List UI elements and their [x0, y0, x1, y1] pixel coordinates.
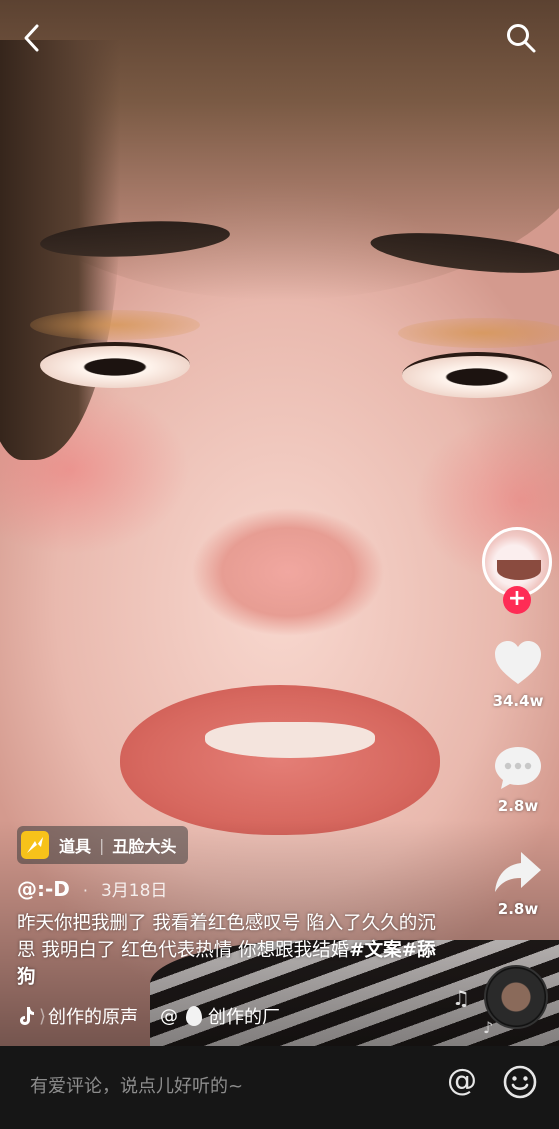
- video-eye-right: [402, 352, 552, 398]
- like-count: 34.4w: [492, 692, 544, 710]
- avatar-image: [497, 560, 541, 580]
- search-button[interactable]: [501, 18, 541, 58]
- original-sound-label: 创作的原声: [48, 1007, 139, 1028]
- back-button[interactable]: [12, 18, 52, 58]
- author-name[interactable]: @:-D: [17, 877, 70, 901]
- follow-button[interactable]: +: [503, 586, 531, 614]
- video-teeth: [205, 722, 375, 758]
- separator-dot: ·: [82, 881, 88, 900]
- prop-effect-icon: [21, 831, 49, 859]
- share-arrow-icon: [495, 852, 541, 892]
- prop-divider: |: [99, 835, 105, 855]
- mention-button[interactable]: @: [444, 1064, 480, 1100]
- music-credit-text: 创作的厂: [208, 1007, 281, 1028]
- back-arrow-icon: [24, 24, 39, 52]
- video-eyeshadow-right: [398, 318, 559, 348]
- prop-tag[interactable]: 道具 | 丑脸大头: [17, 826, 189, 864]
- music-fade-icon: ⟩: [39, 1005, 47, 1027]
- video-nose: [170, 470, 406, 640]
- video-eye-left: [40, 342, 190, 388]
- prop-name: 丑脸大头: [112, 837, 177, 856]
- share-count: 2.8w: [497, 900, 539, 918]
- author-line: @:-D · 3月18日: [17, 876, 167, 901]
- comment-button[interactable]: 2.8w: [486, 745, 550, 815]
- music-credit-prefix: @: [160, 1005, 179, 1027]
- post-date: 3月18日: [100, 881, 168, 901]
- comment-input[interactable]: 有爱评论，说点儿好听的~: [30, 1072, 243, 1098]
- music-credit: @ 创作的厂: [160, 1003, 280, 1029]
- comment-bar: 有爱评论，说点儿好听的~ @: [0, 1046, 559, 1129]
- comment-count: 2.8w: [497, 797, 539, 815]
- music-note-icon: ♫: [452, 986, 470, 1010]
- like-button[interactable]: 34.4w: [486, 640, 550, 710]
- video-eyeshadow-left: [30, 310, 200, 340]
- music-note-icon: ♪: [483, 1018, 494, 1037]
- music-ticker[interactable]: ⟩ 创作的原声 @ 创作的厂: [17, 1002, 317, 1030]
- emoji-smile-icon: [503, 1065, 537, 1099]
- prop-label: 道具: [59, 837, 92, 856]
- video-lips: [120, 685, 440, 835]
- heart-icon: [495, 641, 541, 684]
- search-icon: [507, 24, 536, 53]
- egg-icon: [186, 1006, 203, 1026]
- music-disc[interactable]: [484, 965, 548, 1029]
- share-button[interactable]: 2.8w: [486, 850, 550, 918]
- emoji-button[interactable]: [502, 1064, 538, 1100]
- post-caption: 昨天你把我删了 我看着红色感叹号 陷入了久久的沉思 我明白了 红色代表热情 你想…: [17, 910, 447, 991]
- tiktok-note-icon: [20, 1007, 34, 1025]
- comment-bubble-icon: [495, 747, 541, 789]
- hashtag-link[interactable]: #文案: [349, 940, 402, 961]
